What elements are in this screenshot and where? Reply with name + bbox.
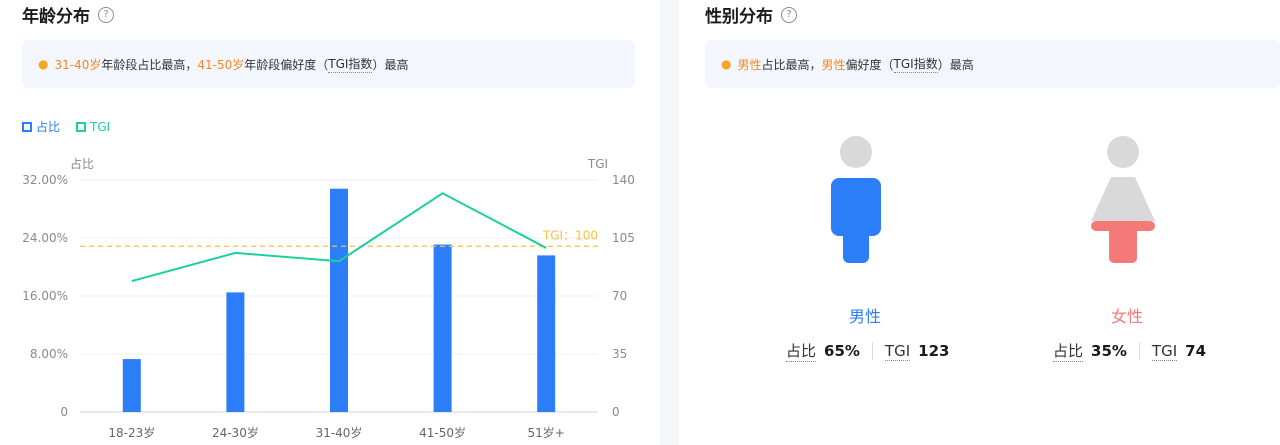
y2-tick-label: 140 bbox=[612, 173, 635, 187]
female-person-icon bbox=[1091, 136, 1155, 263]
y-tick-label: 0 bbox=[60, 405, 68, 419]
y2-tick-label: 35 bbox=[612, 347, 627, 361]
y-tick-label: 8.00% bbox=[30, 347, 68, 361]
y2-tick-label: 105 bbox=[612, 231, 635, 245]
bar bbox=[330, 188, 348, 412]
tgi-reference-label: TGI：100 bbox=[542, 228, 598, 242]
x-tick-label: 51岁+ bbox=[528, 425, 565, 440]
male-share-label: 占比 bbox=[786, 342, 817, 362]
gender-title-text: 性别分布 bbox=[705, 7, 773, 27]
male-share-value: 65% bbox=[824, 342, 860, 360]
female-share-value: 35% bbox=[1091, 342, 1127, 360]
female-label: 女性 bbox=[1110, 307, 1143, 326]
question-circle-icon[interactable]: ? bbox=[781, 6, 797, 23]
insight-highlight-gender-tgi: 男性 bbox=[821, 57, 846, 72]
y2-tick-label: 0 bbox=[612, 405, 620, 419]
bar bbox=[122, 359, 141, 412]
bar bbox=[433, 244, 452, 412]
lightbulb-icon: ● bbox=[721, 57, 732, 71]
tgi-index-link[interactable]: TGI指数 bbox=[893, 55, 938, 73]
male-person-icon bbox=[831, 136, 881, 263]
insight-highlight-gender: 男性 bbox=[737, 57, 762, 72]
bar bbox=[226, 292, 245, 412]
age-distribution-panel: 年龄分布 ? ● 31-40岁 年龄段占比最高， 41-50岁 年龄段偏好度（ … bbox=[0, 0, 660, 445]
bar bbox=[537, 255, 556, 412]
x-tick-label: 18-23岁 bbox=[108, 425, 155, 440]
female-tgi-label: TGI bbox=[1151, 341, 1178, 361]
y-axis-label: 占比 bbox=[70, 156, 94, 171]
male-tgi-label: TGI bbox=[884, 341, 911, 361]
insight-text: 占比最高， bbox=[761, 57, 822, 72]
y-tick-label: 24.00% bbox=[22, 231, 68, 245]
x-tick-label: 41-50岁 bbox=[419, 425, 466, 440]
male-label: 男性 bbox=[848, 307, 881, 326]
gender-distribution-panel: 性别分布 ? ● 男性 占比最高， 男性 偏好度（ TGI指数 ）最高 男性 占… bbox=[679, 0, 1280, 445]
y-tick-label: 32.00% bbox=[22, 173, 68, 187]
x-tick-label: 24-30岁 bbox=[212, 425, 259, 440]
insight-text: 偏好度（ bbox=[845, 57, 894, 72]
x-tick-label: 31-40岁 bbox=[316, 425, 363, 440]
gender-section-title: 性别分布 ? bbox=[705, 2, 797, 27]
panel-divider bbox=[660, 0, 679, 445]
gender-insight-banner: ● 男性 占比最高， 男性 偏好度（ TGI指数 ）最高 bbox=[705, 40, 1280, 88]
female-share-label: 占比 bbox=[1053, 342, 1084, 362]
stats-divider bbox=[871, 342, 873, 360]
male-stats: 占比 65% TGI 123 bbox=[786, 340, 949, 362]
stats-divider bbox=[1138, 342, 1140, 360]
y2-tick-label: 70 bbox=[612, 289, 627, 303]
insight-text: ）最高 bbox=[937, 57, 974, 72]
age-chart: 占比 TGI 0 8.00% 16.00% 24.00% 32.00% 0 35 70 105 1… bbox=[22, 156, 635, 440]
female-tgi-value: 74 bbox=[1185, 342, 1207, 360]
y-tick-label: 16.00% bbox=[22, 289, 68, 303]
female-stats: 占比 35% TGI 74 bbox=[1053, 340, 1206, 362]
y2-axis-label: TGI bbox=[587, 157, 608, 171]
male-tgi-value: 123 bbox=[918, 342, 950, 360]
